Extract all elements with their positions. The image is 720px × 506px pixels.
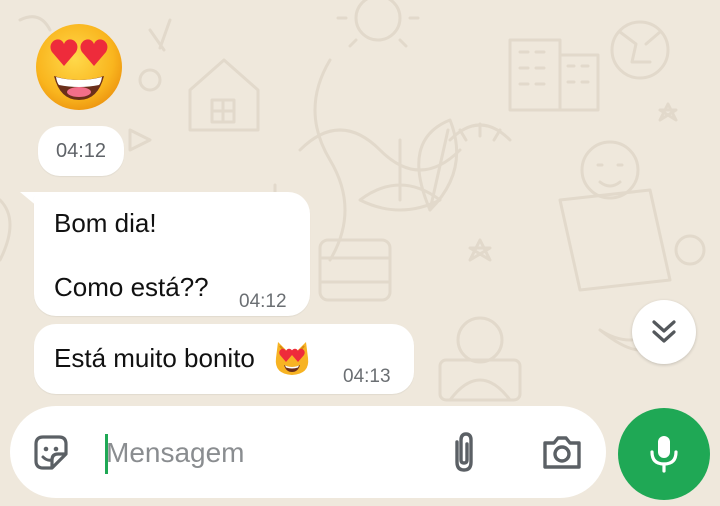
message-timestamp: 04:13	[343, 366, 391, 387]
sticker-time: 04:12	[55, 139, 107, 162]
message-text-line1: Bom dia!	[54, 208, 157, 238]
camera-button[interactable]	[536, 426, 588, 478]
heart-eyes-emoji[interactable]	[34, 22, 124, 112]
message-text-line2: Como está??	[54, 272, 209, 302]
microphone-icon	[650, 436, 678, 473]
sticker-button[interactable]	[28, 430, 74, 476]
camera-icon	[543, 436, 581, 469]
message-bubble[interactable]: Está muito bonito 04:13	[34, 324, 414, 394]
attach-button[interactable]	[438, 426, 490, 478]
message-text: Está muito bonito	[54, 343, 255, 373]
paperclip-icon	[455, 432, 473, 472]
message-input[interactable]	[106, 432, 426, 474]
double-chevron-down-icon	[652, 320, 676, 343]
message-composer	[10, 406, 606, 498]
heart-eyes-cat-emoji	[275, 342, 309, 375]
message-timestamp: 04:12	[239, 291, 287, 312]
message-bubble[interactable]: Bom dia! Como está?? 04:12	[34, 192, 310, 316]
sticker-icon	[34, 435, 68, 470]
sticker-timestamp: 04:12	[38, 126, 124, 176]
conversation: 04:12 Bom dia! Como está?? 04:12 Está mu…	[0, 0, 720, 506]
scroll-to-bottom-button[interactable]	[632, 300, 696, 364]
voice-message-button[interactable]	[618, 408, 710, 500]
